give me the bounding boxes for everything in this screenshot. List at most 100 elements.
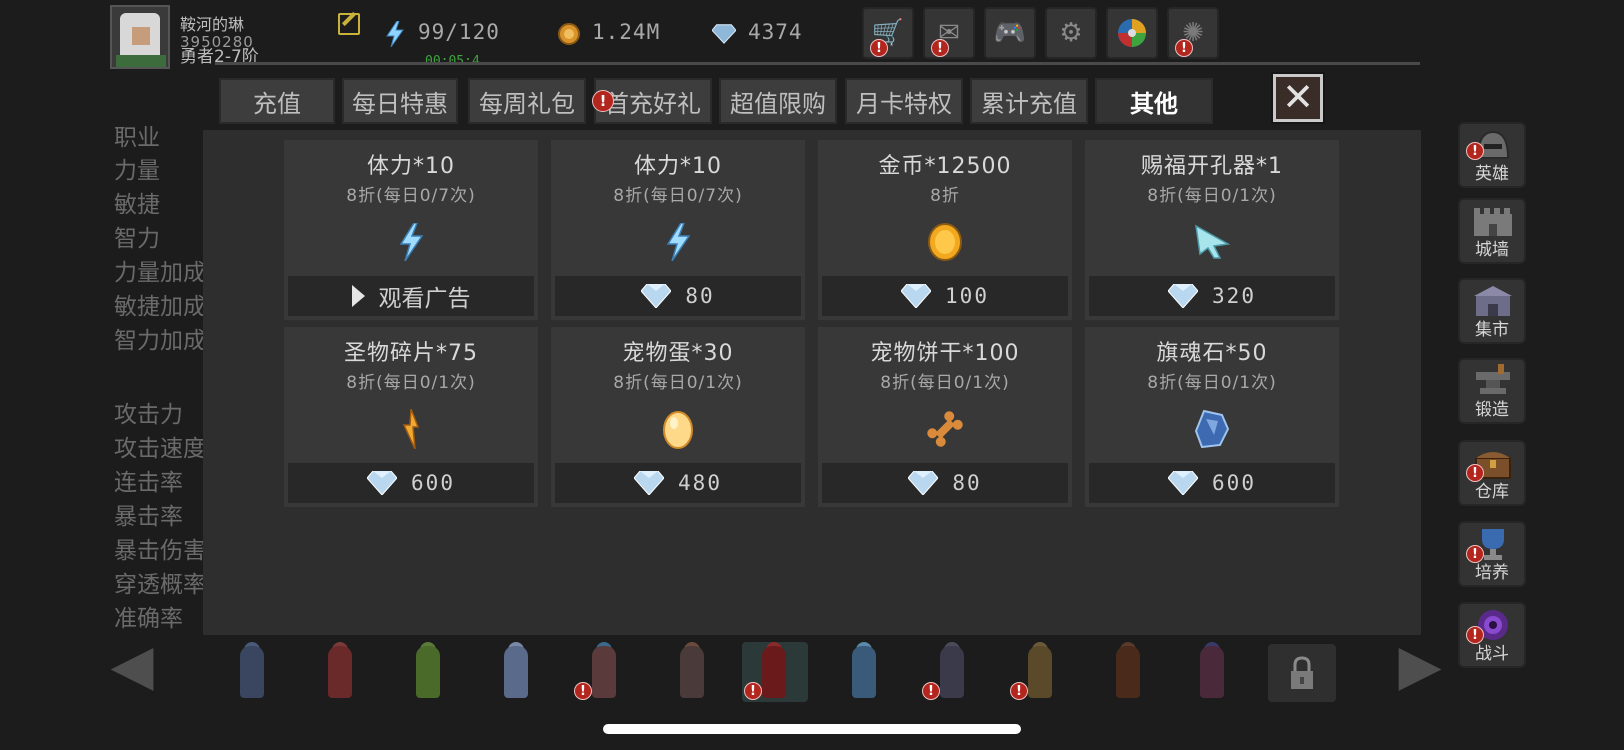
stat-label: 智力加成 (114, 328, 206, 354)
nav-forge[interactable]: 锻造 (1458, 358, 1526, 424)
shop-item-card[interactable]: 体力*10 8折(每日0/7次) 观看广告 (284, 140, 538, 320)
energy-icon (383, 20, 407, 48)
arrow-right-icon: ▶ (1398, 633, 1442, 698)
hero-figure (940, 646, 964, 698)
hero-slot[interactable] (1096, 642, 1162, 702)
shop-item-card[interactable]: 金币*12500 8折 100 (818, 140, 1072, 320)
watch-ad-button[interactable]: 观看广告 (288, 276, 534, 316)
stat-label: 力量加成 (114, 260, 206, 286)
hero-figure (762, 646, 786, 698)
shop-item-card[interactable]: 圣物碎片*75 8折(每日0/1次) 600 (284, 327, 538, 507)
nav-hero[interactable]: ! 英雄 (1458, 122, 1526, 188)
edit-name-icon[interactable] (338, 13, 360, 35)
stat-label: 穿透概率 (114, 572, 206, 598)
fireworks-button[interactable]: ✺ ! (1167, 7, 1219, 59)
stat-label: 连击率 (114, 470, 183, 496)
gold-coin-icon (557, 20, 581, 48)
soul-stone-icon (1192, 407, 1232, 451)
nav-label: 战斗 (1475, 644, 1509, 664)
avatar-robe (116, 55, 166, 67)
shop-item-card[interactable]: 赐福开孔器*1 8折(每日0/1次) 320 (1085, 140, 1339, 320)
gamepad-icon: 🎮 (993, 18, 1027, 48)
shop-item-card[interactable]: 宠物饼干*100 8折(每日0/1次) 80 (818, 327, 1072, 507)
home-indicator[interactable] (603, 724, 1021, 734)
lucky-wheel-button[interactable] (1106, 7, 1158, 59)
arrow-left-icon: ◀ (110, 633, 154, 698)
hero-slot[interactable] (484, 642, 550, 702)
buy-button[interactable]: 600 (288, 463, 534, 503)
gamepad-button[interactable]: 🎮 (984, 7, 1036, 59)
hero-slot[interactable]: ! (572, 642, 638, 702)
hero-figure (592, 646, 616, 698)
mail-button[interactable]: ✉ ! (923, 7, 975, 59)
alert-badge: ! (922, 682, 940, 700)
item-discount: 8折(每日0/1次) (613, 373, 743, 393)
buy-button[interactable]: 480 (555, 463, 801, 503)
diamond-icon (901, 284, 932, 308)
item-title: 体力*10 (634, 154, 722, 179)
buy-button[interactable]: 320 (1089, 276, 1335, 316)
item-title: 赐福开孔器*1 (1141, 154, 1283, 179)
nav-market[interactable]: 集市 (1458, 278, 1526, 344)
alert-badge: ! (931, 39, 949, 57)
tab-other[interactable]: 其他 (1095, 78, 1213, 124)
buy-button[interactable]: 80 (822, 463, 1068, 503)
diamond-icon (367, 471, 398, 495)
diamond-icon (641, 284, 672, 308)
shop-button[interactable]: 🛒 ! (862, 7, 914, 59)
buy-button[interactable]: 600 (1089, 463, 1335, 503)
item-discount: 8折(每日0/1次) (1147, 373, 1277, 393)
locked-hero-slot[interactable] (1268, 644, 1336, 702)
hero-slot[interactable] (660, 642, 726, 702)
item-discount: 8折(每日0/1次) (1147, 186, 1277, 206)
shop-item-card[interactable]: 体力*10 8折(每日0/7次) 80 (551, 140, 805, 320)
stat-label: 智力 (114, 226, 160, 252)
nav-battle[interactable]: ! 战斗 (1458, 602, 1526, 668)
price-label: 观看广告 (378, 286, 471, 312)
hero-figure (1116, 646, 1140, 698)
stat-label: 攻击速度 (114, 436, 206, 462)
gold-coin-icon (925, 220, 965, 264)
energy-icon (658, 220, 698, 264)
item-title: 宠物蛋*30 (622, 341, 734, 366)
next-hero-arrow[interactable]: ▶ (1392, 638, 1448, 694)
tab-daily-deals[interactable]: 每日特惠 (342, 78, 458, 124)
settings-button[interactable]: ⚙ (1045, 7, 1097, 59)
close-button[interactable]: ✕ (1271, 72, 1325, 124)
play-icon (351, 285, 365, 307)
nav-warehouse[interactable]: ! 仓库 (1458, 440, 1526, 506)
nav-label: 集市 (1475, 320, 1509, 340)
nav-train[interactable]: ! 培养 (1458, 521, 1526, 587)
price-label: 100 (945, 284, 989, 308)
buy-button[interactable]: 100 (822, 276, 1068, 316)
shop-item-card[interactable]: 宠物蛋*30 8折(每日0/1次) 480 (551, 327, 805, 507)
hero-slot[interactable] (308, 642, 374, 702)
wall-icon (1474, 208, 1512, 236)
hero-slot[interactable] (1180, 642, 1246, 702)
tab-recharge[interactable]: 充值 (219, 78, 335, 124)
item-discount: 8折(每日0/1次) (880, 373, 1010, 393)
item-title: 金币*12500 (878, 154, 1012, 179)
nav-label: 英雄 (1475, 164, 1509, 184)
tab-limited-offers[interactable]: 超值限购 (719, 78, 837, 124)
shop-item-card[interactable]: 旗魂石*50 8折(每日0/1次) 600 (1085, 327, 1339, 507)
nav-wall[interactable]: 城墙 (1458, 198, 1526, 264)
market-icon (1474, 286, 1512, 316)
stat-label: 职业 (114, 125, 160, 151)
nav-label: 仓库 (1475, 482, 1509, 502)
hero-slot[interactable] (220, 642, 286, 702)
tab-cumulative-recharge[interactable]: 累计充值 (970, 78, 1088, 124)
hero-slot[interactable]: ! (1008, 642, 1074, 702)
player-avatar[interactable] (110, 5, 170, 69)
hero-slot[interactable]: ! (920, 642, 986, 702)
price-label: 480 (678, 471, 722, 495)
buy-button[interactable]: 80 (555, 276, 801, 316)
item-title: 圣物碎片*75 (344, 341, 478, 366)
hero-slot-selected[interactable]: ! (742, 642, 808, 702)
hero-figure (240, 646, 264, 698)
tab-weekly-pack[interactable]: 每周礼包 (468, 78, 586, 124)
tab-monthly-card[interactable]: 月卡特权 (845, 78, 963, 124)
hero-slot[interactable] (832, 642, 898, 702)
hero-slot[interactable] (396, 642, 462, 702)
prev-hero-arrow[interactable]: ◀ (104, 638, 160, 694)
